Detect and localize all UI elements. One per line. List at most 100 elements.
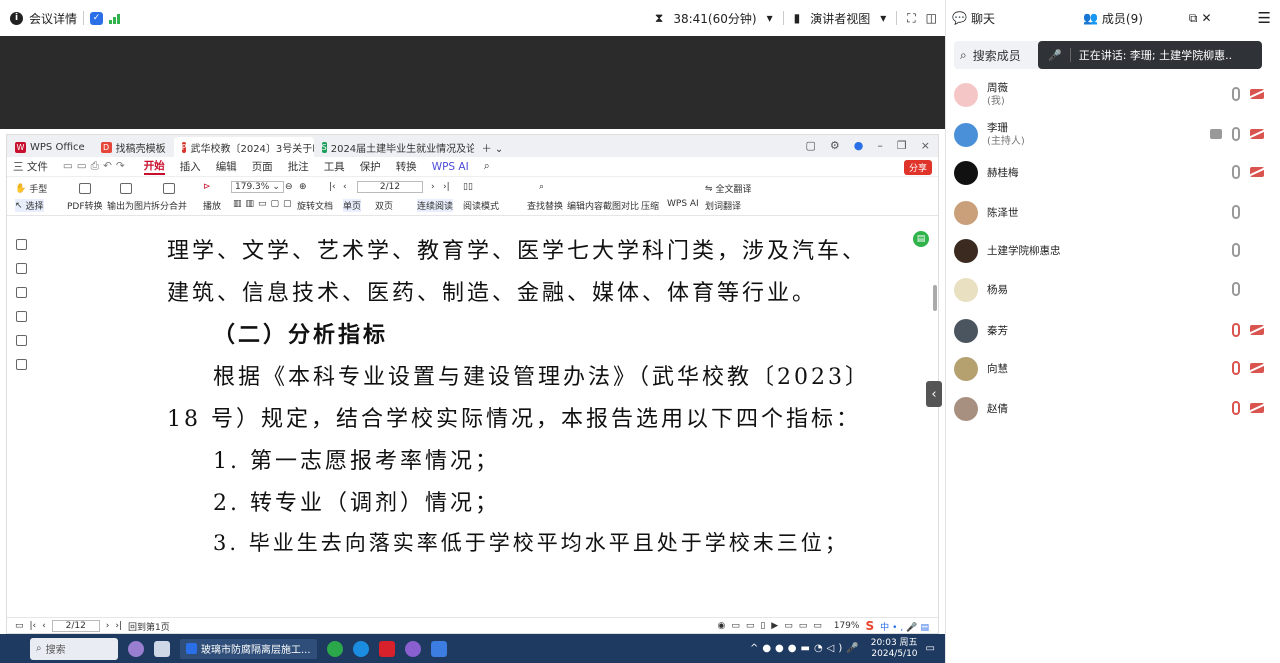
tab-spreadsheet[interactable]: S2024届土建毕业生就业情况及论文... [314, 137, 474, 157]
compress-button[interactable]: 压缩 [641, 199, 659, 212]
app-icon[interactable] [430, 640, 447, 657]
play-icon[interactable]: ⊳ [203, 182, 211, 192]
play-button[interactable]: 播放 [203, 199, 221, 212]
double-page-button[interactable]: 双页 [375, 199, 393, 212]
camera-off-icon[interactable] [1250, 325, 1264, 335]
read-mode-button[interactable]: 阅读模式 [463, 199, 499, 212]
prev-page-icon[interactable]: ‹ [343, 182, 347, 192]
meeting-timer[interactable]: 38:41(60分钟) [673, 10, 756, 27]
zoom-out-icon[interactable]: ⊖ [285, 182, 293, 192]
layers-icon[interactable] [16, 359, 27, 370]
zoom-in-icon[interactable]: ⊕ [299, 182, 307, 192]
menu-home[interactable]: 开始 [143, 158, 165, 175]
info-icon[interactable]: i [10, 11, 23, 25]
thumbnail-icon[interactable] [16, 263, 27, 274]
members-tab[interactable]: 成员(9) [1102, 10, 1143, 27]
single-page-button[interactable]: 单页 [343, 199, 362, 212]
menu-page[interactable]: 页面 [252, 159, 273, 174]
member-search-input[interactable]: ⌕ 搜索成员 [954, 41, 1042, 69]
member-row[interactable]: 周薇 (我) [954, 78, 1270, 112]
mic-icon[interactable] [1232, 282, 1240, 296]
chevron-down-icon[interactable]: ▾ [767, 11, 773, 25]
camera-off-icon[interactable] [1250, 129, 1264, 139]
ime-logo-icon[interactable]: S [865, 619, 874, 633]
book-icon[interactable]: ▯▯ [463, 182, 473, 192]
mic-icon[interactable] [1232, 243, 1240, 257]
close-icon[interactable]: ✕ [1202, 11, 1212, 25]
word-translate-button[interactable]: 划词翻译 [705, 199, 741, 212]
member-row[interactable]: 向慧 [954, 352, 1270, 386]
menu-wps-ai[interactable]: WPS AI [432, 161, 469, 173]
member-row[interactable]: 土建学院柳惠忠 [954, 234, 1270, 268]
chevron-down-icon[interactable]: ▾ [880, 11, 886, 25]
last-page-icon[interactable]: ›| [443, 182, 450, 192]
new-tab-button[interactable]: ＋ ⌄ [474, 137, 512, 157]
app-icon[interactable] [154, 640, 170, 657]
member-row[interactable]: 李珊 (主持人) [954, 118, 1270, 152]
menu-tools[interactable]: 工具 [324, 159, 345, 174]
signature-icon[interactable] [16, 335, 27, 346]
taskbar-task[interactable]: 玻璃市防腐隔离层施工... [180, 638, 317, 659]
menu-protect[interactable]: 保护 [360, 159, 381, 174]
mic-icon[interactable] [1232, 165, 1240, 179]
continuous-read-button[interactable]: 连续阅读 [417, 199, 454, 212]
shield-icon[interactable]: ✓ [90, 11, 104, 25]
member-row[interactable]: 陈泽世 [954, 196, 1270, 230]
minimize-icon[interactable]: – [877, 139, 883, 152]
taskbar-search[interactable]: ⌕ 搜索 [30, 637, 118, 660]
member-row[interactable]: 赫桂梅 [954, 156, 1270, 190]
app-icon[interactable] [128, 640, 144, 657]
export-image-button[interactable]: 输出为图片 [107, 199, 152, 212]
zoom-select[interactable]: 179.3% ⌄ [231, 181, 284, 193]
page-input[interactable]: 2/12 [357, 181, 423, 193]
tab-template[interactable]: D 找稿壳模板 [93, 137, 174, 157]
prev-page-icon[interactable]: ‹ [42, 621, 46, 631]
camera-off-icon[interactable] [1250, 89, 1264, 99]
mic-muted-icon[interactable] [1232, 323, 1240, 337]
member-row[interactable]: 杨易 [954, 273, 1270, 307]
find-replace-button[interactable]: 查找替换 [527, 199, 563, 212]
ime-toolbar-icons[interactable]: 中•,🎤▤ [880, 620, 932, 633]
quick-access-icons[interactable]: ▭▭⎙↶↷ [63, 160, 129, 173]
camera-off-icon[interactable] [1250, 363, 1264, 373]
share-button[interactable]: 分享 [903, 160, 932, 175]
status-page-input[interactable]: 2/12 [51, 620, 100, 632]
view-icons[interactable]: ▥▥▭▢▢ [233, 199, 296, 209]
hand-tool-button[interactable]: ✋ 手型 [15, 182, 47, 196]
status-zoom[interactable]: 179% [834, 621, 860, 631]
edit-content-button[interactable]: 编辑内容 [567, 199, 603, 212]
settings-icon[interactable]: ⚙ [830, 139, 840, 152]
rotate-button[interactable]: 旋转文档 [297, 199, 333, 212]
next-page-icon[interactable]: › [431, 182, 435, 192]
pdf-convert-button[interactable]: PDF转换 [67, 199, 103, 212]
restore-icon[interactable]: ❐ [897, 139, 907, 152]
clock[interactable]: 20:03 周五 2024/5/10 [871, 638, 918, 660]
scrollbar[interactable] [933, 285, 937, 311]
popout-icon[interactable]: ⧉ [1189, 11, 1198, 26]
mic-muted-icon[interactable] [1232, 361, 1240, 375]
app-icon[interactable] [404, 640, 421, 657]
first-page-icon[interactable]: |‹ [329, 182, 336, 192]
nav-icon[interactable]: ▭ [15, 621, 24, 631]
browser-icon[interactable] [352, 640, 369, 657]
chat-tab[interactable]: 聊天 [971, 10, 995, 27]
comment-icon[interactable] [16, 287, 27, 298]
member-row[interactable]: 赵倩 [954, 392, 1270, 426]
next-page-icon[interactable]: › [106, 621, 110, 631]
menu-icon[interactable]: ☰ [1258, 9, 1271, 27]
edge-icon[interactable] [326, 640, 343, 657]
avatar[interactable]: ● [854, 139, 864, 152]
tray-icons[interactable]: ^●●●▬◔◁)🎤 [750, 643, 863, 654]
first-page-icon[interactable]: |‹ [30, 621, 37, 631]
collapse-panel-button[interactable]: ‹ [926, 381, 942, 407]
tab-active-document[interactable]: P武华校教〔2024〕3号关于印...× [173, 137, 314, 157]
floating-tool-icon[interactable]: ▤ [913, 231, 929, 247]
menu-file[interactable]: 三 文件 [13, 159, 48, 174]
screenshot-compare-button[interactable]: 截图对比 [603, 199, 639, 212]
goto-first-page-button[interactable]: 回到第1页 [128, 620, 170, 633]
menu-comment[interactable]: 批注 [288, 159, 309, 174]
camera-off-icon[interactable] [1250, 167, 1264, 177]
presenter-view-icon[interactable]: ▮ [794, 11, 801, 25]
notification-icon[interactable]: ▭ [926, 643, 935, 654]
mic-muted-icon[interactable] [1232, 401, 1240, 415]
